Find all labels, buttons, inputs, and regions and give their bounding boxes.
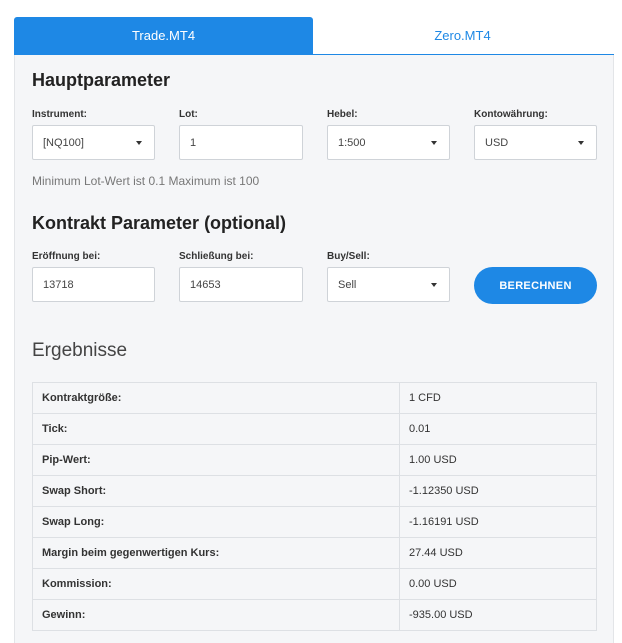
result-value: 0.00 USD	[399, 568, 597, 600]
lot-range-hint: Minimum Lot-Wert ist 0.1 Maximum ist 100	[32, 174, 260, 188]
chevron-down-icon	[136, 141, 142, 145]
leverage-select[interactable]: 1:500	[327, 125, 450, 160]
table-row: Pip-Wert: 1.00 USD	[32, 444, 597, 476]
leverage-label: Hebel:	[327, 109, 358, 120]
result-value: 0.01	[399, 413, 597, 445]
currency-label: Kontowährung:	[474, 109, 548, 120]
result-key: Kommission:	[32, 568, 400, 600]
chevron-down-icon	[431, 141, 437, 145]
result-value: -1.16191 USD	[399, 506, 597, 538]
table-row: Margin beim gegenwertigen Kurs: 27.44 US…	[32, 537, 597, 569]
results-table: Kontraktgröße: 1 CFD Tick: 0.01 Pip-Wert…	[32, 382, 597, 631]
currency-select[interactable]: USD	[474, 125, 597, 160]
tab-zero-mt4[interactable]: Zero.MT4	[313, 17, 612, 54]
open-price-field[interactable]	[43, 278, 154, 291]
table-row: Gewinn: -935.00 USD	[32, 599, 597, 631]
results-heading: Ergebnisse	[32, 340, 128, 361]
tab-bar: Trade.MT4 Zero.MT4	[14, 17, 614, 55]
table-row: Kontraktgröße: 1 CFD	[32, 382, 597, 414]
table-row: Swap Short: -1.12350 USD	[32, 475, 597, 507]
instrument-label: Instrument:	[32, 109, 87, 120]
lot-input-field[interactable]	[190, 136, 302, 149]
result-value: -935.00 USD	[399, 599, 597, 631]
result-key: Swap Long:	[32, 506, 400, 538]
currency-value: USD	[485, 136, 509, 149]
tab-trade-mt4[interactable]: Trade.MT4	[14, 17, 313, 54]
chevron-down-icon	[578, 141, 584, 145]
contract-params-heading: Kontrakt Parameter (optional)	[32, 213, 287, 233]
direction-select[interactable]: Sell	[327, 267, 450, 302]
result-key: Margin beim gegenwertigen Kurs:	[32, 537, 400, 569]
main-params-heading: Hauptparameter	[32, 70, 171, 90]
result-value: -1.12350 USD	[399, 475, 597, 507]
direction-value: Sell	[338, 278, 357, 291]
calculate-button[interactable]: BERECHNEN	[474, 267, 597, 304]
instrument-value: [NQ100]	[43, 136, 84, 149]
result-key: Pip-Wert:	[32, 444, 400, 476]
direction-label: Buy/Sell:	[327, 251, 370, 262]
close-price-input[interactable]	[179, 267, 303, 302]
table-row: Swap Long: -1.16191 USD	[32, 506, 597, 538]
open-price-label: Eröffnung bei:	[32, 251, 101, 262]
result-key: Swap Short:	[32, 475, 400, 507]
table-row: Tick: 0.01	[32, 413, 597, 445]
close-price-field[interactable]	[190, 278, 302, 291]
chevron-down-icon	[431, 283, 437, 287]
table-row: Kommission: 0.00 USD	[32, 568, 597, 600]
result-key: Gewinn:	[32, 599, 400, 631]
leverage-value: 1:500	[338, 136, 366, 149]
result-value: 1.00 USD	[399, 444, 597, 476]
close-price-label: Schließung bei:	[179, 251, 254, 262]
result-value: 1 CFD	[399, 382, 597, 414]
open-price-input[interactable]	[32, 267, 155, 302]
result-value: 27.44 USD	[399, 537, 597, 569]
lot-label: Lot:	[179, 109, 198, 120]
lot-input[interactable]	[179, 125, 303, 160]
instrument-select[interactable]: [NQ100]	[32, 125, 155, 160]
result-key: Kontraktgröße:	[32, 382, 400, 414]
result-key: Tick:	[32, 413, 400, 445]
calculator-panel: Hauptparameter Instrument: Lot: Hebel: K…	[14, 55, 614, 643]
